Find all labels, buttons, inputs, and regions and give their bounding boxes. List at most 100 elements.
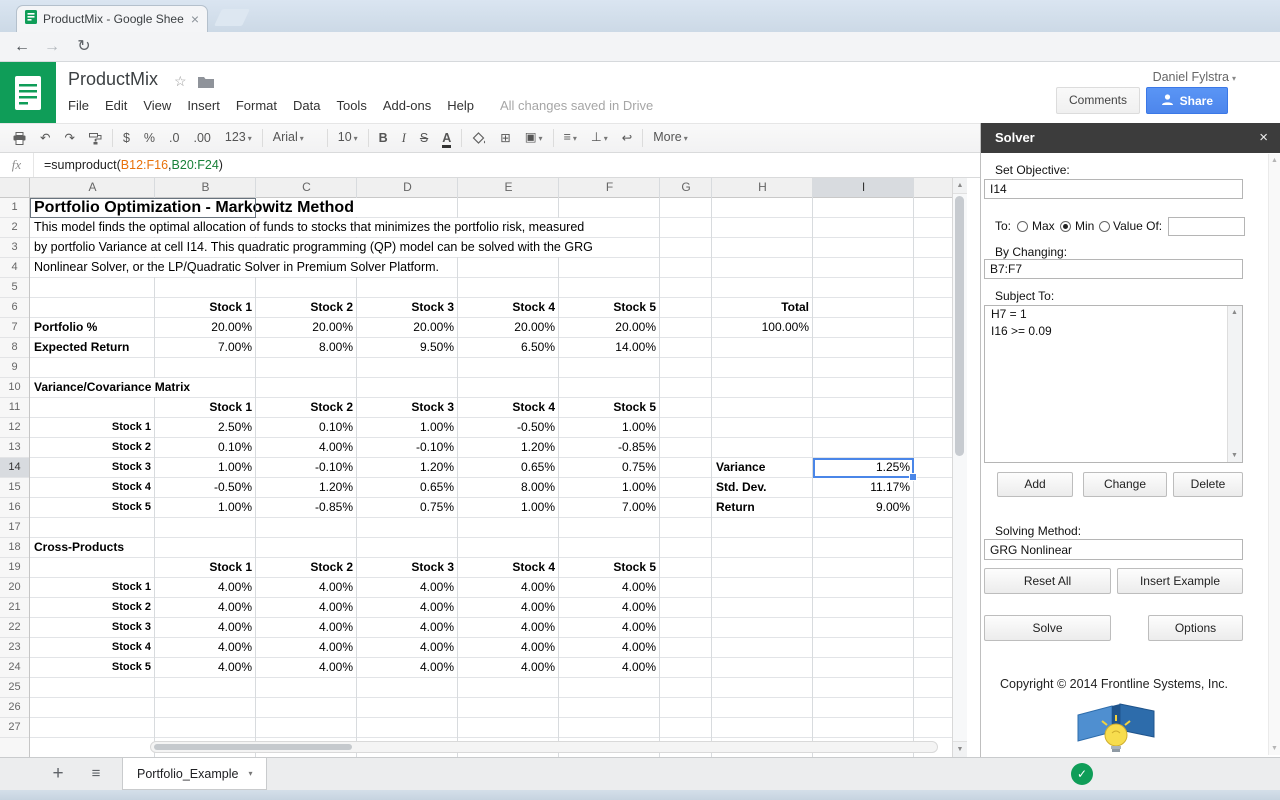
cell-A21[interactable]: Stock 2 <box>30 598 155 617</box>
cell-I15[interactable]: 11.17% <box>813 478 914 497</box>
min-radio-label[interactable]: Min <box>1075 219 1094 233</box>
change-button[interactable]: Change <box>1083 472 1167 497</box>
solving-method-select[interactable]: GRG Nonlinear <box>984 539 1243 560</box>
cell-A4[interactable]: Nonlinear Solver, or the LP/Quadratic So… <box>30 258 445 277</box>
by-changing-input[interactable]: B7:F7 <box>984 259 1243 279</box>
constraints-scrollbar[interactable]: ▲ ▼ <box>1227 306 1242 462</box>
cell-C7[interactable]: 20.00% <box>256 318 357 337</box>
folder-icon[interactable] <box>198 75 214 93</box>
cell-E15[interactable]: 8.00% <box>458 478 559 497</box>
cell-C23[interactable]: 4.00% <box>256 638 357 657</box>
menu-edit[interactable]: Edit <box>97 94 135 118</box>
cell-A13[interactable]: Stock 2 <box>30 438 155 457</box>
increase-decimals-button[interactable]: .00 <box>186 126 217 150</box>
row-header-23[interactable]: 23 <box>0 638 29 658</box>
cell-A3[interactable]: by portfolio Variance at cell I14. This … <box>30 238 599 257</box>
cell-H6[interactable]: Total <box>712 298 813 317</box>
font-size-button[interactable]: 10▾ <box>331 125 365 151</box>
scroll-up-icon[interactable]: ▲ <box>1269 157 1280 164</box>
refresh-icon[interactable]: ↻ <box>72 35 96 59</box>
cell-D16[interactable]: 0.75% <box>357 498 458 517</box>
cell-D20[interactable]: 4.00% <box>357 578 458 597</box>
cell-A8[interactable]: Expected Return <box>30 338 135 357</box>
row-header-4[interactable]: 4 <box>0 258 29 278</box>
horizontal-scrollbar[interactable] <box>150 741 938 753</box>
row-header-2[interactable]: 2 <box>0 218 29 238</box>
format-percent-button[interactable]: % <box>137 126 162 150</box>
cell-C15[interactable]: 1.20% <box>256 478 357 497</box>
cell-B14[interactable]: 1.00% <box>155 458 256 477</box>
undo-button[interactable]: ↶ <box>33 126 57 150</box>
selection-fill-handle[interactable] <box>909 473 917 481</box>
back-icon[interactable]: ← <box>10 35 34 59</box>
cell-D23[interactable]: 4.00% <box>357 638 458 657</box>
horizontal-scroll-thumb[interactable] <box>154 744 352 750</box>
select-all-corner[interactable] <box>0 178 30 198</box>
row-header-1[interactable]: 1 <box>0 198 29 218</box>
reset-all-button[interactable]: Reset All <box>984 568 1111 594</box>
cell-H15[interactable]: Std. Dev. <box>712 478 813 497</box>
row-header-20[interactable]: 20 <box>0 578 29 598</box>
menu-file[interactable]: File <box>60 94 97 118</box>
scroll-down-icon[interactable]: ▼ <box>953 741 967 757</box>
row-header-19[interactable]: 19 <box>0 558 29 578</box>
vertical-scrollbar[interactable]: ▲ ▼ <box>952 178 967 757</box>
cell-A1[interactable]: Portfolio Optimization - Markowitz Metho… <box>30 198 360 217</box>
formula-input[interactable]: =sumproduct(B12:F16,B20:F24) <box>34 158 223 172</box>
sheet-tab[interactable]: Portfolio_Example ▾ <box>122 758 267 790</box>
user-name[interactable]: Daniel Fylstra▾ <box>1153 70 1236 84</box>
cell-D7[interactable]: 20.00% <box>357 318 458 337</box>
cell-B8[interactable]: 7.00% <box>155 338 256 357</box>
cell-H16[interactable]: Return <box>712 498 813 517</box>
cell-E7[interactable]: 20.00% <box>458 318 559 337</box>
row-header-17[interactable]: 17 <box>0 518 29 538</box>
cell-D13[interactable]: -0.10% <box>357 438 458 457</box>
format-currency-button[interactable]: $ <box>116 126 137 150</box>
cell-D22[interactable]: 4.00% <box>357 618 458 637</box>
cell-E8[interactable]: 6.50% <box>458 338 559 357</box>
cell-E19[interactable]: Stock 4 <box>458 558 559 577</box>
column-header-C[interactable]: C <box>256 178 357 197</box>
cell-D6[interactable]: Stock 3 <box>357 298 458 317</box>
cell-D19[interactable]: Stock 3 <box>357 558 458 577</box>
cell-C12[interactable]: 0.10% <box>256 418 357 437</box>
cell-F7[interactable]: 20.00% <box>559 318 660 337</box>
row-header-6[interactable]: 6 <box>0 298 29 318</box>
max-radio[interactable] <box>1017 221 1028 232</box>
scroll-down-icon[interactable]: ▼ <box>1228 452 1241 459</box>
cell-A10[interactable]: Variance/Covariance Matrix <box>30 378 196 397</box>
cell-D8[interactable]: 9.50% <box>357 338 458 357</box>
cell-B23[interactable]: 4.00% <box>155 638 256 657</box>
sheets-logo[interactable] <box>0 62 56 123</box>
scroll-up-icon[interactable]: ▲ <box>953 178 967 194</box>
strikethrough-button[interactable]: S <box>413 126 435 150</box>
row-header-10[interactable]: 10 <box>0 378 29 398</box>
print-icon[interactable] <box>6 126 33 150</box>
cell-D21[interactable]: 4.00% <box>357 598 458 617</box>
cell-D24[interactable]: 4.00% <box>357 658 458 677</box>
cell-F16[interactable]: 7.00% <box>559 498 660 517</box>
document-title[interactable]: ProductMix <box>68 69 158 90</box>
cell-F8[interactable]: 14.00% <box>559 338 660 357</box>
number-format-button[interactable]: 123▾ <box>218 125 259 151</box>
all-sheets-button[interactable]: ≡ <box>82 760 110 788</box>
cell-E24[interactable]: 4.00% <box>458 658 559 677</box>
cell-I14[interactable]: 1.25% <box>813 458 914 477</box>
delete-button[interactable]: Delete <box>1173 472 1243 497</box>
vertical-align-button[interactable]: ⊥▾ <box>584 125 615 151</box>
star-document-icon[interactable]: ☆ <box>174 73 187 90</box>
cell-F6[interactable]: Stock 5 <box>559 298 660 317</box>
panel-scrollbar[interactable]: ▲ ▼ <box>1268 154 1280 755</box>
menu-data[interactable]: Data <box>285 94 328 118</box>
cell-H14[interactable]: Variance <box>712 458 813 477</box>
cell-D14[interactable]: 1.20% <box>357 458 458 477</box>
cell-E16[interactable]: 1.00% <box>458 498 559 517</box>
cell-F21[interactable]: 4.00% <box>559 598 660 617</box>
cell-B19[interactable]: Stock 1 <box>155 558 256 577</box>
column-header-E[interactable]: E <box>458 178 559 197</box>
scroll-up-icon[interactable]: ▲ <box>1228 309 1241 316</box>
fill-color-icon[interactable] <box>465 126 493 150</box>
close-icon[interactable]: × <box>1259 123 1268 153</box>
cell-E21[interactable]: 4.00% <box>458 598 559 617</box>
constraint-item[interactable]: I16 >= 0.09 <box>985 323 1228 340</box>
